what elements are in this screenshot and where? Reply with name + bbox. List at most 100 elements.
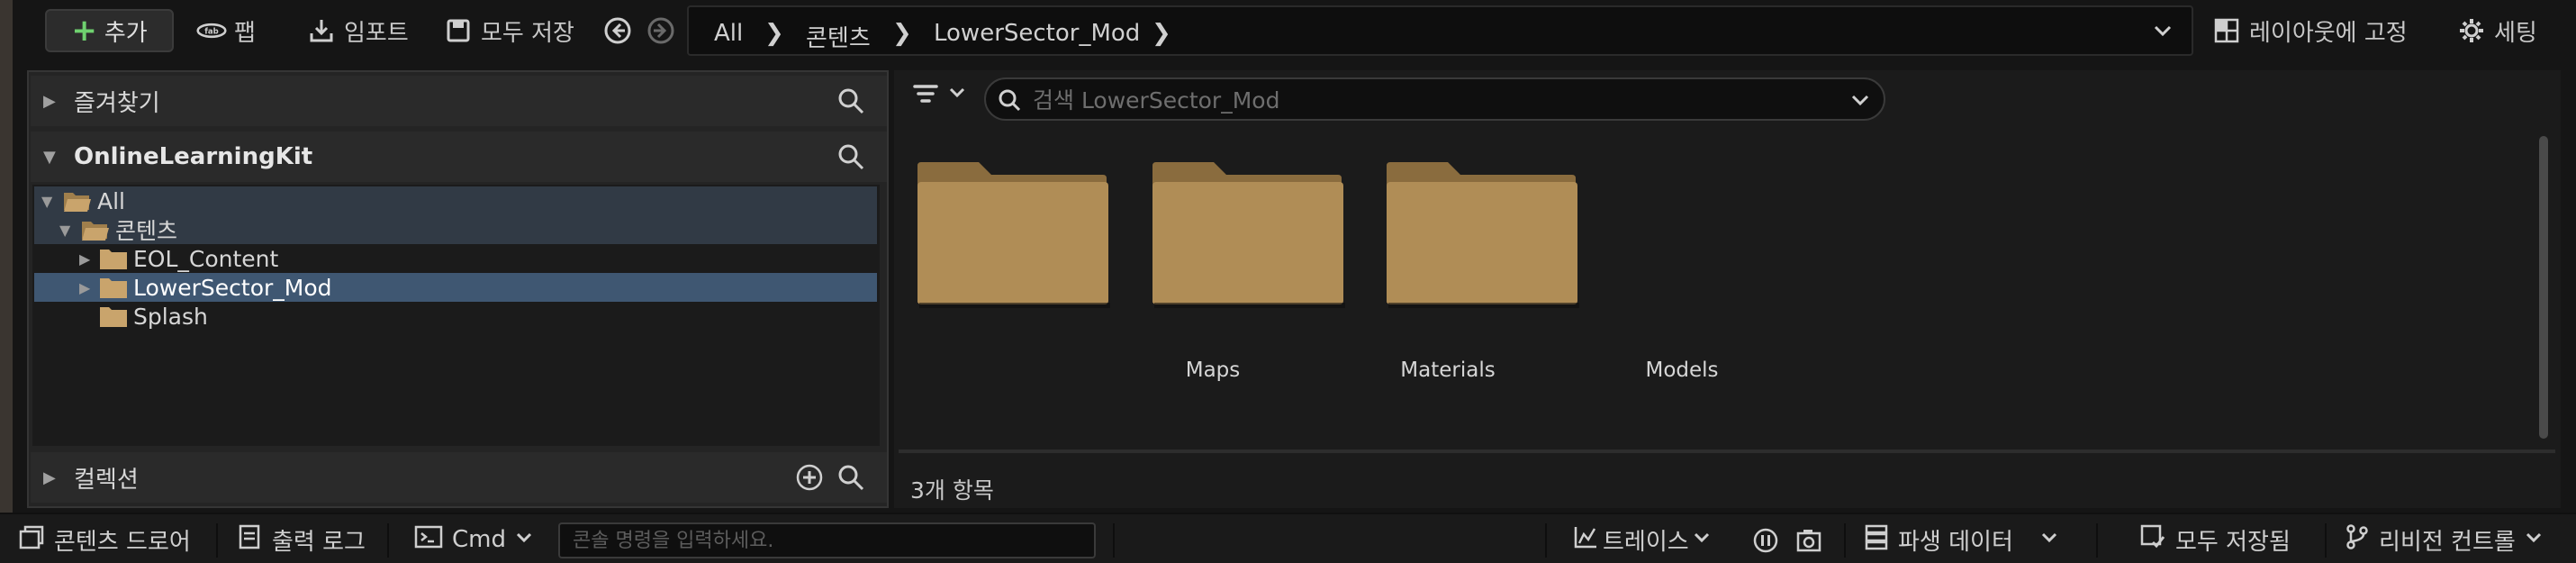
all-saved-label: 모두 저장됨 — [2175, 528, 2291, 556]
add-button[interactable]: + 추가 — [45, 9, 174, 52]
expand-arrow-icon[interactable]: ▶ — [79, 250, 90, 268]
item-count: 3개 항목 — [910, 477, 994, 504]
chevron-down-icon — [515, 526, 533, 553]
folder-icon — [99, 304, 128, 334]
content-drawer-button[interactable]: 콘텐츠 드로어 — [18, 523, 191, 556]
tree-item-label: All — [97, 187, 125, 214]
plus-icon: + — [71, 13, 97, 49]
tree-item-lowersector-mod[interactable]: ▶ LowerSector_Mod — [34, 273, 877, 302]
vertical-scrollbar[interactable] — [2539, 136, 2548, 439]
tree-item-content[interactable]: ▼ 콘텐츠 — [34, 215, 877, 244]
derived-data-dropdown[interactable]: 파생 데이터 — [1864, 523, 2058, 556]
collapse-arrow-icon[interactable]: ▼ — [41, 193, 52, 210]
revision-control-dropdown[interactable]: 리비전 컨트롤 — [2345, 523, 2543, 556]
console-command-input[interactable] — [573, 528, 1086, 553]
search-icon — [997, 87, 1022, 118]
collapse-arrow-icon[interactable]: ▼ — [59, 222, 70, 239]
asset-search-input[interactable] — [1033, 86, 1825, 114]
folder-tile-maps[interactable]: Maps — [916, 159, 1240, 402]
tree-item-all[interactable]: ▼ All — [34, 186, 877, 215]
folder-icon — [1151, 162, 1345, 315]
save-all-label: 모두 저장 — [481, 19, 574, 47]
insights-icon[interactable] — [1752, 527, 1779, 559]
trace-label: 트레이스 — [1603, 528, 1689, 556]
content-drawer-icon — [18, 523, 45, 557]
revision-control-label: 리비전 컨트롤 — [2379, 528, 2516, 556]
divider — [1113, 523, 1115, 558]
breadcrumb-content[interactable]: 콘텐츠 — [806, 20, 871, 53]
filter-dropdown[interactable] — [909, 77, 967, 114]
layout-lock-button[interactable]: 레이아웃에 고정 — [2211, 9, 2408, 52]
expand-arrow-icon[interactable]: ▶ — [43, 468, 56, 487]
output-log-button[interactable]: 출력 로그 — [238, 523, 366, 556]
search-icon[interactable] — [836, 86, 865, 121]
folder-icon — [916, 162, 1110, 315]
chevron-right-icon[interactable]: ❯ — [764, 20, 784, 47]
trace-icon — [1572, 523, 1599, 557]
divider — [1545, 523, 1547, 558]
cmd-label: Cmd — [452, 526, 506, 553]
project-label: OnlineLearningKit — [74, 143, 313, 170]
svg-text:fab: fab — [204, 27, 219, 36]
divider — [1844, 523, 1846, 558]
chevron-down-icon — [2525, 526, 2543, 553]
folder-tile-models[interactable]: Models — [1385, 159, 1719, 402]
search-icon[interactable] — [836, 463, 865, 497]
project-header[interactable]: ▼ OnlineLearningKit — [31, 132, 887, 182]
chevron-down-icon — [2040, 526, 2058, 553]
favorites-label: 즐겨찾기 — [74, 89, 160, 117]
viewport-edge — [0, 0, 13, 563]
search-icon[interactable] — [836, 142, 865, 177]
fab-label: 팹 — [234, 19, 256, 47]
derived-data-label: 파생 데이터 — [1898, 528, 2013, 556]
collections-label: 컬렉션 — [74, 466, 139, 494]
folder-tile-materials[interactable]: Materials — [1151, 159, 1496, 402]
add-collection-icon[interactable] — [795, 463, 824, 497]
expand-arrow-icon[interactable]: ▶ — [79, 279, 90, 296]
chevron-down-icon — [947, 83, 967, 108]
divider — [216, 523, 218, 558]
settings-button[interactable]: 세팅 — [2456, 9, 2537, 52]
save-check-icon — [2139, 523, 2166, 557]
chevron-down-icon[interactable] — [2152, 20, 2174, 47]
content-divider — [899, 449, 2555, 453]
asset-view-panel — [894, 70, 2561, 508]
forward-icon[interactable] — [646, 16, 675, 50]
favorites-header[interactable]: ▶ 즐겨찾기 — [31, 76, 887, 126]
tree-item-label: 콘텐츠 — [115, 218, 178, 244]
fab-icon: fab — [196, 15, 227, 46]
trace-dropdown[interactable]: 트레이스 — [1572, 523, 1711, 556]
tree-item-label: LowerSector_Mod — [133, 274, 332, 301]
layout-lock-label: 레이아웃에 고정 — [2249, 19, 2408, 47]
fab-button[interactable]: fab 팹 — [196, 9, 256, 52]
all-saved-status[interactable]: 모두 저장됨 — [2139, 523, 2291, 556]
breadcrumb-lowersector[interactable]: LowerSector_Mod — [934, 20, 1140, 47]
chevron-right-icon[interactable]: ❯ — [1152, 20, 1171, 47]
console-command-field[interactable] — [558, 522, 1096, 558]
path-bar[interactable]: All ❯ 콘텐츠 ❯ LowerSector_Mod ❯ — [687, 5, 2193, 56]
chevron-right-icon[interactable]: ❯ — [892, 20, 912, 47]
tree-item-splash[interactable]: Splash — [34, 302, 877, 331]
expand-arrow-icon[interactable]: ▶ — [43, 92, 56, 111]
cmd-dropdown[interactable]: Cmd — [414, 523, 533, 556]
chevron-down-icon[interactable] — [1849, 89, 1871, 116]
collapse-arrow-icon[interactable]: ▼ — [43, 148, 56, 167]
save-all-button[interactable]: 모두 저장 — [443, 9, 574, 52]
toolbar: + 추가 fab 팹 임포트 모두 저장 All ❯ 콘텐츠 ❯ LowerSe… — [0, 0, 2576, 563]
collections-header[interactable]: ▶ 컬렉션 — [31, 452, 887, 503]
layout-icon — [2211, 15, 2242, 46]
divider — [2096, 523, 2098, 558]
back-icon[interactable] — [603, 16, 632, 50]
content-drawer-label: 콘텐츠 드로어 — [54, 528, 191, 556]
divider — [2325, 523, 2327, 558]
status-bar: 콘텐츠 드로어 출력 로그 Cmd 트레이스 — [0, 513, 2576, 563]
breadcrumb-all[interactable]: All — [714, 20, 743, 47]
import-button[interactable]: 임포트 — [306, 9, 409, 52]
open-folder-icon — [63, 188, 92, 219]
asset-search-field[interactable] — [984, 77, 1885, 121]
divider — [387, 523, 389, 558]
screenshot-icon[interactable] — [1795, 527, 1822, 559]
tree-item-eol-content[interactable]: ▶ EOL_Content — [34, 244, 877, 273]
settings-label: 세팅 — [2494, 19, 2537, 47]
output-log-label: 출력 로그 — [272, 528, 366, 556]
